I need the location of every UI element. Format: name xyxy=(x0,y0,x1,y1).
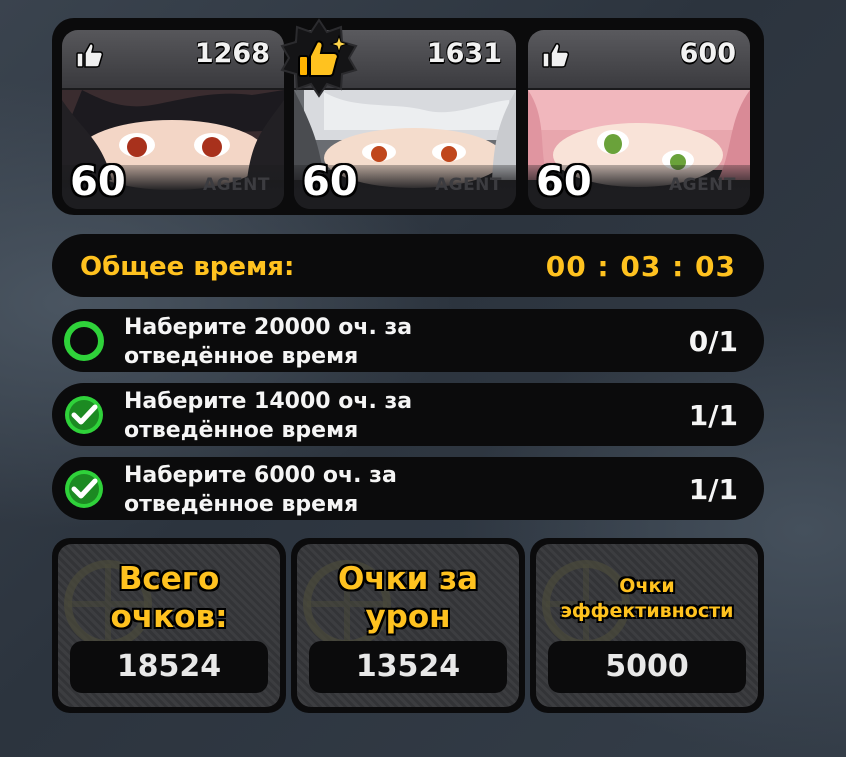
agent-tag: AGENT xyxy=(202,175,270,195)
score-value: 18524 xyxy=(116,649,222,684)
empty-circle-icon xyxy=(64,321,104,361)
score-card-damage: Очки за урон 13524 xyxy=(291,538,525,713)
agent-level: 60 xyxy=(536,159,592,205)
checkmark-circle-icon xyxy=(65,396,103,434)
gold-thumbs-up-badge-icon xyxy=(280,18,358,98)
likes-count: 1631 xyxy=(426,38,502,69)
total-time-label: Общее время: xyxy=(80,252,295,282)
agent-level: 60 xyxy=(302,159,358,205)
score-value-box: 18524 xyxy=(70,641,268,693)
mission-count: 1/1 xyxy=(688,473,738,506)
agent-card-3[interactable]: 600 60 AGENT xyxy=(528,30,750,209)
agent-tag: AGENT xyxy=(434,175,502,195)
thumbs-up-icon xyxy=(542,43,570,68)
total-time-panel: Общее время: 00 : 03 : 03 xyxy=(52,234,764,297)
thumbs-up-icon xyxy=(76,43,104,68)
score-value-box: 13524 xyxy=(309,641,507,693)
total-time-value: 00 : 03 : 03 xyxy=(545,250,736,283)
mission-row: Наберите 6000 оч. за отведённое время 1/… xyxy=(52,457,764,520)
mission-text: Наберите 20000 оч. за отведённое время xyxy=(124,315,413,369)
score-title: Очки за урон xyxy=(337,561,479,635)
score-value: 13524 xyxy=(355,649,461,684)
agent-card-1[interactable]: 1268 60 AGENT xyxy=(62,30,284,209)
agent-tag: AGENT xyxy=(668,175,736,195)
mission-row: Наберите 14000 оч. за отведённое время 1… xyxy=(52,383,764,446)
mission-text: Наберите 14000 оч. за отведённое время xyxy=(124,389,413,443)
score-card-efficiency: Очки эффективности 5000 xyxy=(530,538,764,713)
score-value-box: 5000 xyxy=(548,641,746,693)
score-title: Очки эффективности xyxy=(560,575,734,622)
mission-count: 0/1 xyxy=(688,325,738,358)
mission-count: 1/1 xyxy=(688,399,738,432)
likes-count: 1268 xyxy=(194,38,270,69)
score-value: 5000 xyxy=(605,649,689,684)
mission-row: Наберите 20000 оч. за отведённое время 0… xyxy=(52,309,764,372)
score-title: Всего очков: xyxy=(110,561,228,635)
score-card-total: Всего очков: 18524 xyxy=(52,538,286,713)
checkmark-circle-icon xyxy=(65,470,103,508)
agent-level: 60 xyxy=(70,159,126,205)
agents-panel: 1268 60 AGENT 1631 60 AGENT 600 60 AGENT xyxy=(52,18,764,215)
likes-count: 600 xyxy=(679,38,736,69)
mission-text: Наберите 6000 оч. за отведённое время xyxy=(124,463,397,517)
